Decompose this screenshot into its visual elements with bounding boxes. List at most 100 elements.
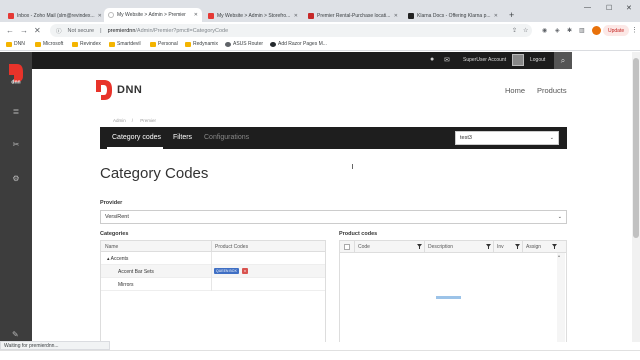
column-header-code[interactable]: Code [358, 244, 370, 250]
site-logo[interactable]: DNN [94, 78, 146, 102]
search-icon[interactable]: ⌕ [554, 52, 572, 69]
maximize-window-icon[interactable]: ☐ [606, 4, 612, 12]
close-tab-icon[interactable]: ✕ [391, 13, 398, 19]
dnn-logo-icon [96, 80, 112, 100]
product-codes-grid: Code Description Inv Assign ▴ [339, 240, 567, 342]
scroll-up-icon[interactable]: ▴ [558, 253, 560, 258]
bookmark-folder[interactable]: Personal [150, 41, 178, 47]
close-tab-icon[interactable]: ✕ [491, 13, 498, 19]
nav-products-link[interactable]: Products [537, 86, 567, 95]
bookmark-folder[interactable]: Smartdevil [109, 41, 141, 47]
new-tab-plus-icon[interactable]: + [509, 10, 514, 20]
grid-header: Code Description Inv Assign [340, 241, 566, 253]
table-row[interactable]: Accent Bar Sets QUEEN BOX x [101, 265, 325, 278]
settings-gear-icon[interactable]: ⚙ [11, 174, 21, 184]
share-icon[interactable]: ⇪ [512, 27, 517, 34]
tab-filters[interactable]: Filters [173, 134, 192, 141]
browser-tab-active[interactable]: My Website > Admin > Premier ✕ [104, 8, 202, 22]
browser-tab-strip: Inbox - Zoho Mail (slm@revindex... ✕ My … [0, 0, 640, 22]
product-codes-label: Product codes [339, 231, 378, 237]
logout-link[interactable]: Logout [530, 57, 545, 63]
table-row[interactable]: ▴ Accents [101, 252, 325, 265]
profile-avatar-icon[interactable] [592, 26, 601, 35]
filter-icon[interactable] [417, 244, 422, 249]
address-bar[interactable]: ⓘ Not secure | premierdnn/Admin/Premier?… [50, 24, 532, 37]
breadcrumb: Admin / Premier [113, 118, 157, 123]
extension-icon[interactable]: ◉ [542, 27, 547, 34]
column-header-description[interactable]: Description [428, 244, 453, 250]
close-tab-icon[interactable]: ✕ [191, 12, 198, 18]
chevron-down-icon: ⌄ [557, 214, 562, 220]
close-tab-icon[interactable]: ✕ [291, 13, 298, 19]
stop-loading-icon[interactable]: ✕ [34, 26, 41, 35]
back-arrow-icon[interactable]: ← [6, 26, 14, 35]
more-menu-icon[interactable]: ⋮ [631, 26, 638, 34]
persona-bar-top: ● ✉ SuperUser Account Logout ⌕ [32, 52, 572, 69]
product-code-badge: QUEEN BOX [214, 268, 239, 274]
folder-icon [72, 41, 78, 47]
categories-grid: Name Product Codes ▴ Accents Accent Bar … [100, 240, 326, 342]
edit-pencil-icon[interactable]: ✎ [12, 330, 19, 339]
chat-icon[interactable]: ✉ [444, 56, 450, 64]
breadcrumb-item[interactable]: Premier [140, 118, 156, 123]
browser-tab[interactable]: Premier Rental-Purchase locati... ✕ [304, 9, 402, 22]
select-all-checkbox[interactable] [344, 244, 350, 250]
grid-header: Name Product Codes [101, 241, 325, 252]
column-header-name[interactable]: Name [105, 244, 118, 250]
minimize-window-icon[interactable]: — [584, 4, 591, 11]
folder-icon [109, 41, 115, 47]
content-icon[interactable]: ≣ [11, 107, 21, 117]
active-tab-underline [107, 147, 163, 149]
folder-icon [150, 41, 156, 47]
filter-icon[interactable] [486, 244, 491, 249]
browser-tab[interactable]: My Website > Admin > Storefro... ✕ [204, 9, 302, 22]
github-icon [270, 41, 276, 47]
remove-code-icon[interactable]: x [242, 268, 248, 274]
dnn-logo-icon[interactable]: dnn [7, 62, 25, 84]
svg-text:dnn: dnn [11, 80, 20, 85]
user-avatar[interactable] [512, 54, 524, 66]
browser-tab[interactable]: Klarna Docs - Offering Klarna p... ✕ [404, 9, 502, 22]
bookmark-folder[interactable]: Revindex [72, 41, 101, 47]
close-tab-icon[interactable]: ✕ [95, 13, 102, 19]
bookmark-link[interactable]: ASUS Router [225, 41, 263, 47]
not-secure-icon: ⓘ [56, 28, 62, 35]
dnn-favicon-icon [208, 12, 214, 19]
page-scrollbar[interactable] [632, 52, 640, 342]
manage-icon[interactable]: ✂ [11, 140, 21, 150]
forward-arrow-icon[interactable]: → [20, 26, 28, 35]
browser-tab[interactable]: Inbox - Zoho Mail (slm@revindex... ✕ [4, 9, 102, 22]
tab-configurations[interactable]: Configurations [204, 134, 249, 141]
bookmark-folder[interactable]: Redynamix [185, 41, 218, 47]
loading-indicator [436, 296, 461, 299]
bookmark-link[interactable]: Add Razor Pages M... [270, 41, 327, 47]
page-bottom-strip [0, 350, 640, 360]
filter-icon[interactable] [552, 244, 557, 249]
close-window-icon[interactable]: ✕ [626, 4, 632, 12]
scrollbar-thumb[interactable] [633, 58, 639, 238]
tab-category-codes[interactable]: Category codes [112, 134, 161, 141]
filter-icon[interactable] [515, 244, 520, 249]
user-display-name[interactable]: SuperUser Account [463, 57, 506, 63]
nav-home-link[interactable]: Home [505, 86, 525, 95]
column-header-inv[interactable]: Inv [497, 244, 504, 250]
page-viewport: dnn ≣ ✂ ⚙ ● ✉ SuperUser Account Logout ⌕… [0, 52, 640, 342]
notifications-icon[interactable]: ● [430, 56, 434, 63]
table-row[interactable]: Mirrors [101, 278, 325, 291]
update-button[interactable]: Update [603, 25, 630, 36]
browser-toolbar: ← → ✕ ⓘ Not secure | premierdnn/Admin/Pr… [0, 22, 640, 39]
sidebar-icon[interactable]: ▥ [579, 27, 585, 34]
bookmark-folder[interactable]: Microsoft [35, 41, 63, 47]
store-select[interactable]: test3 ⌄ [455, 131, 559, 145]
breadcrumb-item[interactable]: Admin [113, 118, 126, 123]
grid-scrollbar[interactable]: ▴ [557, 253, 565, 342]
bookmark-star-icon[interactable]: ☆ [523, 27, 528, 34]
browser-status-bubble: Waiting for premierdnn... [0, 341, 110, 350]
puzzle-extensions-icon[interactable]: ✱ [567, 27, 572, 34]
provider-label: Provider [100, 200, 123, 206]
column-header-product-codes[interactable]: Product Codes [215, 244, 248, 250]
extension-icon[interactable]: ◈ [555, 27, 560, 34]
provider-select[interactable]: VersiRent ⌄ [100, 210, 567, 224]
column-header-assign[interactable]: Assign [526, 244, 541, 250]
bookmark-folder[interactable]: DNN [6, 41, 25, 47]
